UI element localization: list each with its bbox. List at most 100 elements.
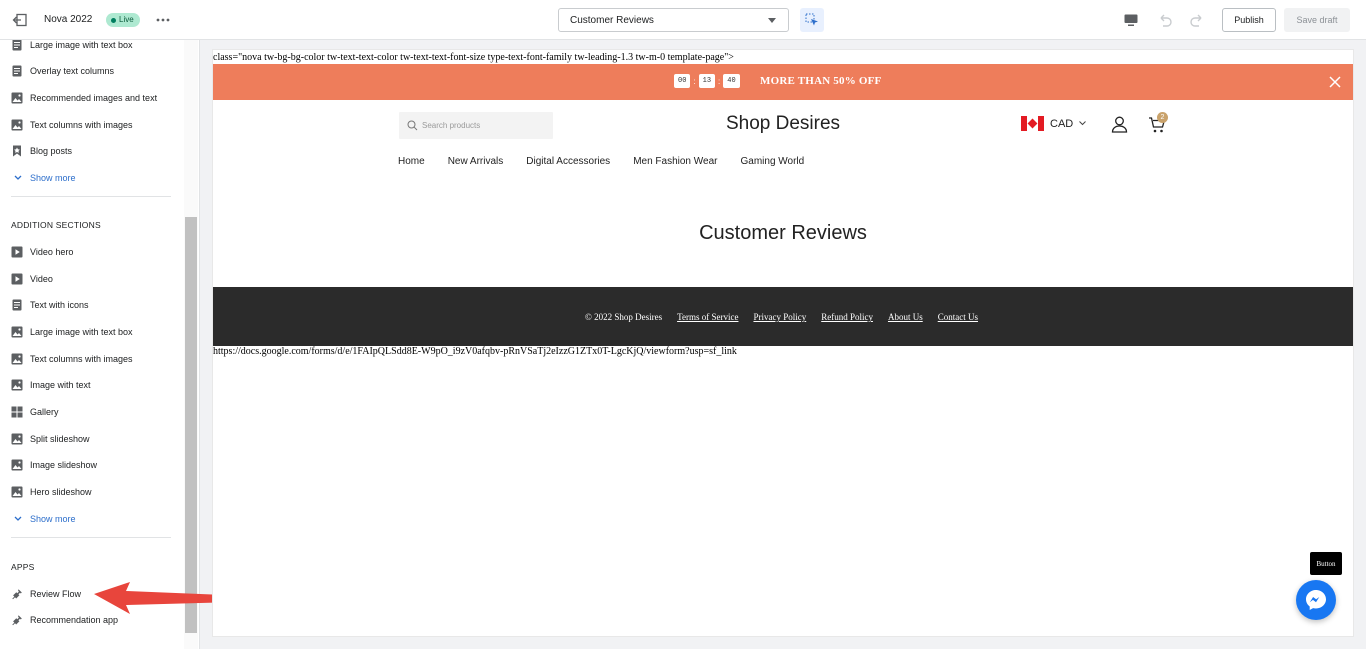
account-icon[interactable] <box>1111 116 1128 133</box>
footer-links: © 2022 Shop Desires Terms of Service Pri… <box>585 312 978 322</box>
sidebar-item-recommended-images-and-text[interactable]: Recommended images and text <box>11 90 157 106</box>
image-icon <box>11 433 23 445</box>
live-badge-label: Live <box>119 15 134 24</box>
undo-icon[interactable] <box>1157 12 1173 28</box>
play-icon <box>11 273 23 285</box>
canada-flag-icon <box>1021 116 1044 131</box>
sidebar-item-label: Image slideshow <box>30 460 98 470</box>
sidebar-item-label: Blog posts <box>30 146 73 156</box>
main-navigation: Home New Arrivals Digital Accessories Me… <box>398 156 804 167</box>
footer-link-about[interactable]: About Us <box>888 312 923 322</box>
page-template-select[interactable]: Customer Reviews <box>558 8 789 32</box>
messenger-icon <box>1306 590 1326 610</box>
announcement-bar: 00 : 13 : 40 MORE THAN 50% OFF <box>213 64 1353 100</box>
sidebar-item-blog-posts[interactable]: Blog posts <box>11 143 72 159</box>
sidebar-scrollbar-thumb[interactable] <box>185 217 197 633</box>
show-more-link-2[interactable]: Show more <box>14 512 76 526</box>
timer-seconds: 40 <box>723 74 740 88</box>
sidebar-item-label: Video hero <box>30 247 74 257</box>
search-input[interactable] <box>422 118 547 133</box>
sidebar-item-label: Text with icons <box>30 300 89 310</box>
show-more-link[interactable]: Show more <box>14 171 76 185</box>
sidebar-item-gallery[interactable]: Gallery <box>11 404 59 420</box>
live-status-badge: Live <box>106 13 140 27</box>
sidebar-item-label: Text columns with images <box>30 120 133 130</box>
sidebar-item-label: Split slideshow <box>30 434 90 444</box>
grid-icon <box>11 406 23 418</box>
timer-separator: : <box>693 76 696 86</box>
text-doc-icon <box>12 65 22 77</box>
sidebar-item-label: Large image with text box <box>30 327 133 337</box>
image-icon <box>11 326 23 338</box>
footer-link-privacy[interactable]: Privacy Policy <box>753 312 806 322</box>
messenger-chat-button[interactable] <box>1296 580 1336 620</box>
sidebar-item-overlay-text-columns[interactable]: Overlay text columns <box>11 63 114 79</box>
sidebar-item-review-flow[interactable]: Review Flow <box>11 586 81 602</box>
sidebar-item-video[interactable]: Video <box>11 271 53 287</box>
store-name: Nova 2022 <box>44 14 93 25</box>
sidebar-item-text-with-icons[interactable]: Text with icons <box>11 297 89 313</box>
promo-text: MORE THAN 50% OFF <box>760 75 882 87</box>
sidebar-item-label: Text columns with images <box>30 354 133 364</box>
sidebar-item-split-slideshow[interactable]: Split slideshow <box>11 431 90 447</box>
storefront-preview: class="nova tw-bg-bg-color tw-text-text-… <box>213 50 1353 636</box>
text-doc-icon <box>12 299 22 311</box>
save-draft-button[interactable]: Save draft <box>1284 8 1350 32</box>
sidebar-item-video-hero[interactable]: Video hero <box>11 244 73 260</box>
product-search[interactable] <box>399 112 553 139</box>
raw-class-text: class="nova tw-bg-bg-color tw-text-text-… <box>213 52 734 63</box>
sidebar-item-large-image-with-text-box[interactable]: Large image with text box <box>11 40 133 53</box>
footer-link-terms[interactable]: Terms of Service <box>677 312 738 322</box>
close-icon[interactable] <box>1329 76 1341 88</box>
inspector-toggle-button[interactable] <box>800 8 824 32</box>
plug-icon <box>12 589 22 600</box>
redo-icon[interactable] <box>1189 12 1205 28</box>
nav-item-digital-accessories[interactable]: Digital Accessories <box>526 156 610 167</box>
desktop-view-icon[interactable] <box>1123 12 1139 28</box>
nav-item-new-arrivals[interactable]: New Arrivals <box>448 156 504 167</box>
nav-item-gaming-world[interactable]: Gaming World <box>740 156 804 167</box>
chevron-down-icon <box>1079 121 1087 126</box>
sidebar-item-label: Video <box>30 274 53 284</box>
image-icon <box>11 379 23 391</box>
chevron-down-icon <box>14 175 22 180</box>
addition-sections-heading: ADDITION SECTIONS <box>11 220 101 230</box>
sidebar-item-large-image-with-text-box-2[interactable]: Large image with text box <box>11 324 133 340</box>
shop-logo[interactable]: Shop Desires <box>693 113 873 135</box>
sidebar-item-hero-slideshow[interactable]: Hero slideshow <box>11 484 92 500</box>
more-options-icon[interactable] <box>155 12 171 28</box>
editor-top-bar: Nova 2022 Live Customer Reviews Publish … <box>0 0 1366 40</box>
footer-link-refund[interactable]: Refund Policy <box>821 312 873 322</box>
page-select-value: Customer Reviews <box>570 15 654 26</box>
chevron-down-icon <box>14 516 22 521</box>
sidebar-item-image-slideshow[interactable]: Image slideshow <box>11 457 97 473</box>
sidebar-item-label: Large image with text box <box>30 40 133 50</box>
sidebar-item-label: Recommendation app <box>30 615 119 625</box>
sidebar-item-label: Recommended images and text <box>30 93 158 103</box>
sections-sidebar: Large image with text box Overlay text c… <box>0 40 200 649</box>
nav-item-men-fashion-wear[interactable]: Men Fashion Wear <box>633 156 717 167</box>
countdown-timer: 00 : 13 : 40 <box>674 74 740 88</box>
page-title: Customer Reviews <box>699 222 867 244</box>
sidebar-item-label: Gallery <box>30 407 59 417</box>
section-divider <box>11 196 171 197</box>
timer-separator: : <box>718 76 721 86</box>
footer-link-contact[interactable]: Contact Us <box>938 312 978 322</box>
timer-minutes: 13 <box>698 74 716 88</box>
apps-heading: APPS <box>11 562 35 572</box>
site-footer: © 2022 Shop Desires Terms of Service Pri… <box>213 287 1353 346</box>
sidebar-item-text-columns-with-images-2[interactable]: Text columns with images <box>11 351 133 367</box>
nav-item-home[interactable]: Home <box>398 156 425 167</box>
currency-selector[interactable]: CAD <box>1021 116 1087 131</box>
timer-hours: 00 <box>674 74 691 88</box>
live-dot-icon <box>111 17 116 23</box>
sidebar-item-text-columns-with-images[interactable]: Text columns with images <box>11 117 133 133</box>
publish-button[interactable]: Publish <box>1222 8 1276 32</box>
exit-icon[interactable] <box>12 12 28 28</box>
image-icon <box>11 353 23 365</box>
floating-button[interactable]: Button <box>1310 552 1342 575</box>
show-more-label: Show more <box>30 514 76 524</box>
text-doc-icon <box>12 40 22 51</box>
sidebar-item-image-with-text[interactable]: Image with text <box>11 377 91 393</box>
sidebar-item-label: Overlay text columns <box>30 66 115 76</box>
